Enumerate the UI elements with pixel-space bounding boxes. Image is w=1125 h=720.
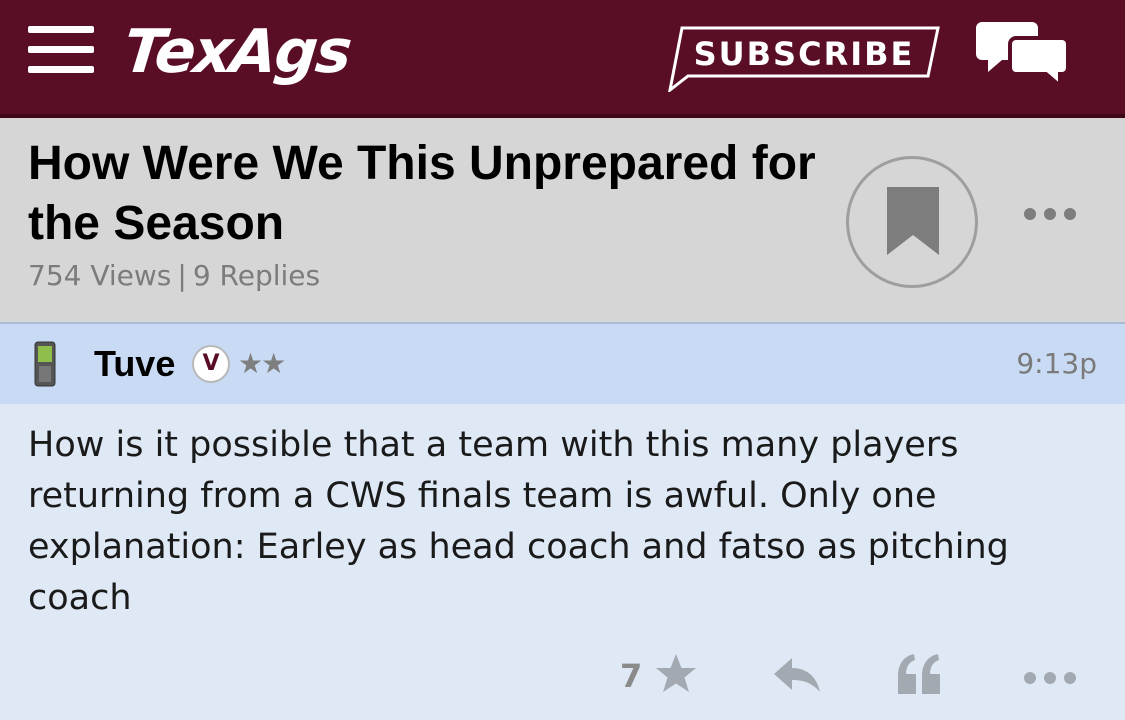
post-timestamp: 9:13p <box>1016 347 1097 380</box>
user-rating-stars: ★★ <box>238 347 286 380</box>
post-username[interactable]: Tuve <box>94 342 175 386</box>
subscribe-label: SUBSCRIBE <box>693 35 915 73</box>
quote-icon[interactable] <box>896 652 942 696</box>
bookmark-icon <box>887 187 939 255</box>
hamburger-menu-icon[interactable] <box>28 26 94 74</box>
thread-views: 754 Views <box>28 259 172 292</box>
thread-more-options-icon[interactable] <box>1022 202 1078 226</box>
mobile-phone-icon <box>34 341 56 387</box>
bookmark-button[interactable] <box>846 156 978 288</box>
texags-logo[interactable]: TexAgs <box>120 12 354 92</box>
post-body: How is it possible that a team with this… <box>0 404 1125 720</box>
verified-badge: V <box>192 345 230 383</box>
subscribe-button[interactable]: SUBSCRIBE <box>668 26 940 92</box>
thread-header: How Were We This Unprepared for the Seas… <box>0 118 1125 324</box>
thread-replies: 9 Replies <box>192 259 321 292</box>
like-count: 7 <box>620 657 643 695</box>
reply-icon[interactable] <box>772 656 822 694</box>
chat-bubbles-icon[interactable] <box>976 16 1072 91</box>
post-header: Tuve V ★★ 9:13p <box>0 324 1125 404</box>
top-navigation-bar: TexAgs SUBSCRIBE <box>0 0 1125 118</box>
post-actions: 7 <box>0 650 1125 706</box>
post-more-options-icon[interactable] <box>1022 668 1078 688</box>
post-content: How is it possible that a team with this… <box>28 425 1009 618</box>
thread-title[interactable]: How Were We This Unprepared for the Seas… <box>28 134 818 254</box>
thread-stats: 754 Views | 9 Replies <box>28 258 320 294</box>
star-icon[interactable] <box>654 652 698 696</box>
meta-separator: | <box>177 259 187 292</box>
